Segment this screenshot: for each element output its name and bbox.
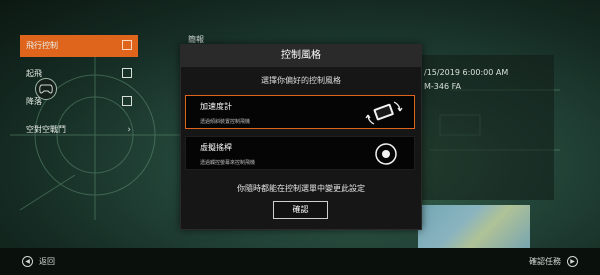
menu-item-label: 飛行控制: [26, 41, 58, 50]
aircraft-code: M-346 FA: [424, 82, 461, 91]
back-arrow-icon: ◀: [22, 256, 33, 267]
menu-item-label: 起飛: [26, 69, 42, 78]
checkbox[interactable]: [122, 40, 132, 50]
back-button[interactable]: ◀ 返回: [22, 255, 55, 268]
option-virtual-joystick[interactable]: 虛擬搖桿 透過觸控螢幕來控制飛機: [185, 136, 415, 170]
bottom-bar: ◀ 返回 確認任務 ▶: [0, 248, 600, 275]
mission-date: /15/2019 6:00:00 AM: [424, 68, 509, 77]
dialog-title: 控制風格: [181, 45, 421, 67]
menu-item-air-combat[interactable]: 空對空戰鬥 ›: [20, 119, 138, 141]
menu-item-flight-control[interactable]: 飛行控制: [20, 35, 138, 57]
confirm-mission-label: 確認任務: [529, 257, 561, 266]
checkbox[interactable]: [122, 68, 132, 78]
checkbox[interactable]: [122, 96, 132, 106]
option-title: 加速度計: [200, 102, 232, 111]
option-description: 透過觸控螢幕來控制飛機: [200, 160, 256, 166]
map-preview: [418, 205, 530, 249]
confirm-button[interactable]: 確認: [273, 201, 328, 219]
dialog-hint: 你隨時都能在控制選單中變更此設定: [237, 184, 365, 193]
option-accelerometer[interactable]: 加速度計 透過傾斜裝置控制飛機: [185, 95, 415, 129]
control-style-dialog: 控制風格 選擇你偏好的控制風格 加速度計 透過傾斜裝置控制飛機 虛擬搖桿 透過觸…: [180, 44, 422, 230]
virtual-joystick-icon: [375, 143, 397, 165]
option-title: 虛擬搖桿: [200, 143, 232, 152]
menu-item-label: 空對空戰鬥: [26, 125, 66, 134]
back-label: 返回: [39, 257, 55, 266]
forward-arrow-icon: ▶: [567, 256, 578, 267]
option-description: 透過傾斜裝置控制飛機: [200, 119, 251, 125]
chevron-right-icon: ›: [127, 125, 131, 135]
confirm-mission-button[interactable]: 確認任務 ▶: [529, 255, 578, 268]
tilt-device-icon: [365, 101, 403, 125]
gamepad-icon: [35, 78, 57, 100]
dialog-subtitle: 選擇你偏好的控制風格: [261, 76, 341, 85]
